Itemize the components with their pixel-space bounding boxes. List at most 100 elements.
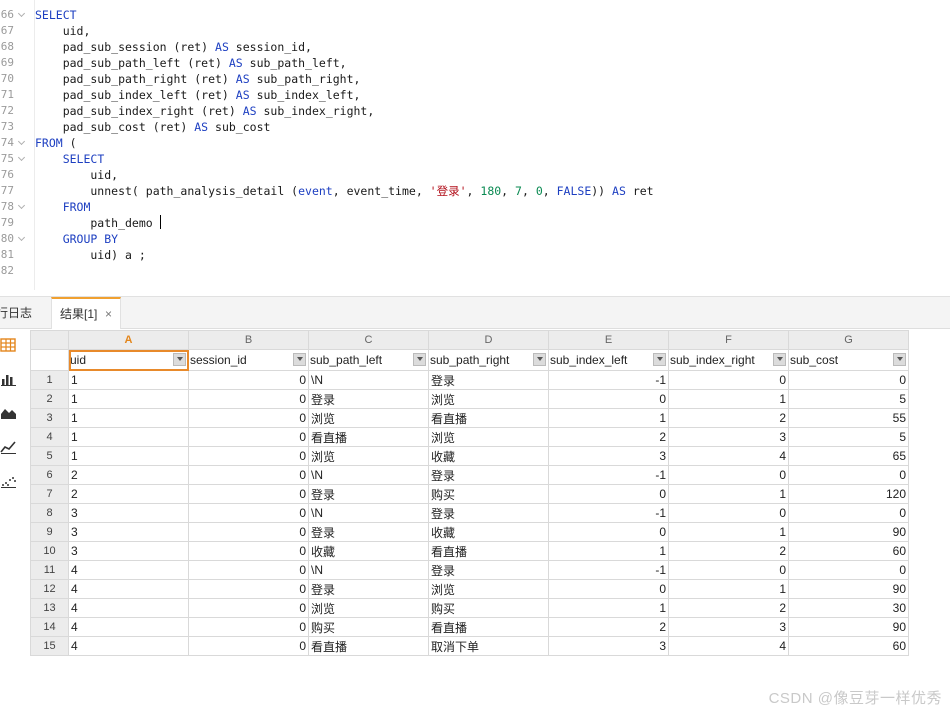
row-number[interactable]: 10 (30, 541, 69, 561)
cell-sub-path-right[interactable]: 购买 (428, 598, 549, 618)
cell-sub-path-right[interactable]: 看直播 (428, 541, 549, 561)
cell-sub-path-right[interactable]: 登录 (428, 560, 549, 580)
cell-uid[interactable]: 4 (68, 617, 189, 637)
bar-chart-icon[interactable] (0, 371, 18, 387)
code-line[interactable]: 82 (0, 263, 950, 279)
column-letter-b[interactable]: B (188, 330, 309, 350)
cell-sub-cost[interactable]: 0 (788, 370, 909, 390)
cell-session-id[interactable]: 0 (188, 446, 309, 466)
cell-uid[interactable]: 2 (68, 484, 189, 504)
code-line[interactable]: 70 pad_sub_path_right (ret) AS sub_path_… (0, 71, 950, 87)
cell-session-id[interactable]: 0 (188, 636, 309, 656)
code-line[interactable]: 73 pad_sub_cost (ret) AS sub_cost (0, 119, 950, 135)
cell-sub-path-right[interactable]: 看直播 (428, 408, 549, 428)
cell-sub-cost[interactable]: 90 (788, 617, 909, 637)
table-row[interactable]: 11 4 0 \N 登录 -1 0 0 (30, 560, 909, 580)
sql-editor[interactable]: 66 SELECT 67 uid, 68 pad_sub_session (ret) … (0, 0, 950, 296)
code-line[interactable]: 81 uid) a ; (0, 247, 950, 263)
column-letter-a[interactable]: A (68, 330, 189, 350)
cell-uid[interactable]: 4 (68, 636, 189, 656)
table-row[interactable]: 6 2 0 \N 登录 -1 0 0 (30, 465, 909, 485)
cell-sub-index-left[interactable]: 3 (548, 446, 669, 466)
filter-dropdown-icon[interactable] (173, 353, 186, 366)
cell-sub-path-left[interactable]: \N (308, 503, 429, 523)
code-line[interactable]: 68 pad_sub_session (ret) AS session_id, (0, 39, 950, 55)
cell-sub-path-right[interactable]: 浏览 (428, 427, 549, 447)
filter-dropdown-icon[interactable] (413, 353, 426, 366)
cell-sub-cost[interactable]: 5 (788, 427, 909, 447)
cell-session-id[interactable]: 0 (188, 541, 309, 561)
code-line[interactable]: 74 FROM ( (0, 135, 950, 151)
row-number[interactable]: 9 (30, 522, 69, 542)
row-number[interactable]: 1 (30, 370, 69, 390)
cell-session-id[interactable]: 0 (188, 560, 309, 580)
code-line[interactable]: 72 pad_sub_index_right (ret) AS sub_inde… (0, 103, 950, 119)
cell-sub-index-right[interactable]: 4 (668, 636, 789, 656)
table-row[interactable]: 12 4 0 登录 浏览 0 1 90 (30, 579, 909, 599)
cell-uid[interactable]: 1 (68, 427, 189, 447)
cell-sub-index-right[interactable]: 1 (668, 389, 789, 409)
code-line[interactable]: 77 unnest( path_analysis_detail (event, … (0, 183, 950, 199)
column-letter-f[interactable]: F (668, 330, 789, 350)
cell-sub-cost[interactable]: 60 (788, 636, 909, 656)
code-line[interactable]: 66 SELECT (0, 7, 950, 23)
cell-sub-cost[interactable]: 65 (788, 446, 909, 466)
cell-sub-path-left[interactable]: \N (308, 560, 429, 580)
column-letter-c[interactable]: C (308, 330, 429, 350)
row-number[interactable]: 4 (30, 427, 69, 447)
row-number[interactable]: 14 (30, 617, 69, 637)
area-chart-icon[interactable] (0, 405, 18, 421)
fold-toggle-icon[interactable] (18, 155, 26, 163)
scatter-chart-icon[interactable] (0, 473, 18, 489)
cell-sub-cost[interactable]: 0 (788, 503, 909, 523)
cell-sub-index-right[interactable]: 0 (668, 465, 789, 485)
table-row[interactable]: 8 3 0 \N 登录 -1 0 0 (30, 503, 909, 523)
table-row[interactable]: 10 3 0 收藏 看直播 1 2 60 (30, 541, 909, 561)
cell-session-id[interactable]: 0 (188, 598, 309, 618)
cell-sub-path-left[interactable]: 登录 (308, 389, 429, 409)
cell-sub-index-left[interactable]: 0 (548, 389, 669, 409)
cell-session-id[interactable]: 0 (188, 389, 309, 409)
cell-sub-index-right[interactable]: 2 (668, 408, 789, 428)
cell-sub-path-left[interactable]: 登录 (308, 579, 429, 599)
cell-session-id[interactable]: 0 (188, 617, 309, 637)
table-row[interactable]: 14 4 0 购买 看直播 2 3 90 (30, 617, 909, 637)
column-letter-g[interactable]: G (788, 330, 909, 350)
cell-uid[interactable]: 1 (68, 370, 189, 390)
cell-uid[interactable]: 4 (68, 579, 189, 599)
field-header-sub-cost[interactable]: sub_cost (788, 349, 909, 371)
field-header-sub-path-right[interactable]: sub_path_right (428, 349, 549, 371)
fold-toggle-icon[interactable] (18, 11, 26, 19)
table-row[interactable]: 4 1 0 看直播 浏览 2 3 5 (30, 427, 909, 447)
code-line[interactable]: 80 GROUP BY (0, 231, 950, 247)
cell-sub-index-left[interactable]: 1 (548, 598, 669, 618)
row-number[interactable]: 5 (30, 446, 69, 466)
table-view-icon[interactable] (0, 337, 18, 353)
table-row[interactable]: 15 4 0 看直播 取消下单 3 4 60 (30, 636, 909, 656)
cell-sub-index-left[interactable]: 0 (548, 579, 669, 599)
cell-sub-index-left[interactable]: -1 (548, 503, 669, 523)
row-number[interactable]: 7 (30, 484, 69, 504)
cell-sub-cost[interactable]: 0 (788, 560, 909, 580)
cell-sub-path-right[interactable]: 取消下单 (428, 636, 549, 656)
table-row[interactable]: 13 4 0 浏览 购买 1 2 30 (30, 598, 909, 618)
line-chart-icon[interactable] (0, 439, 18, 455)
cell-sub-path-right[interactable]: 浏览 (428, 579, 549, 599)
fold-toggle-icon[interactable] (18, 235, 26, 243)
cell-sub-path-left[interactable]: 看直播 (308, 636, 429, 656)
code-line[interactable]: 67 uid, (0, 23, 950, 39)
cell-sub-path-left[interactable]: \N (308, 465, 429, 485)
cell-uid[interactable]: 4 (68, 598, 189, 618)
table-row[interactable]: 5 1 0 浏览 收藏 3 4 65 (30, 446, 909, 466)
cell-sub-cost[interactable]: 90 (788, 522, 909, 542)
cell-sub-index-left[interactable]: -1 (548, 370, 669, 390)
cell-sub-index-right[interactable]: 0 (668, 370, 789, 390)
cell-session-id[interactable]: 0 (188, 370, 309, 390)
table-row[interactable]: 3 1 0 浏览 看直播 1 2 55 (30, 408, 909, 428)
cell-sub-index-left[interactable]: 0 (548, 484, 669, 504)
row-number[interactable]: 15 (30, 636, 69, 656)
row-number[interactable]: 13 (30, 598, 69, 618)
code-line[interactable]: 79 path_demo (0, 215, 950, 231)
field-header-sub-path-left[interactable]: sub_path_left (308, 349, 429, 371)
cell-sub-index-left[interactable]: 0 (548, 522, 669, 542)
